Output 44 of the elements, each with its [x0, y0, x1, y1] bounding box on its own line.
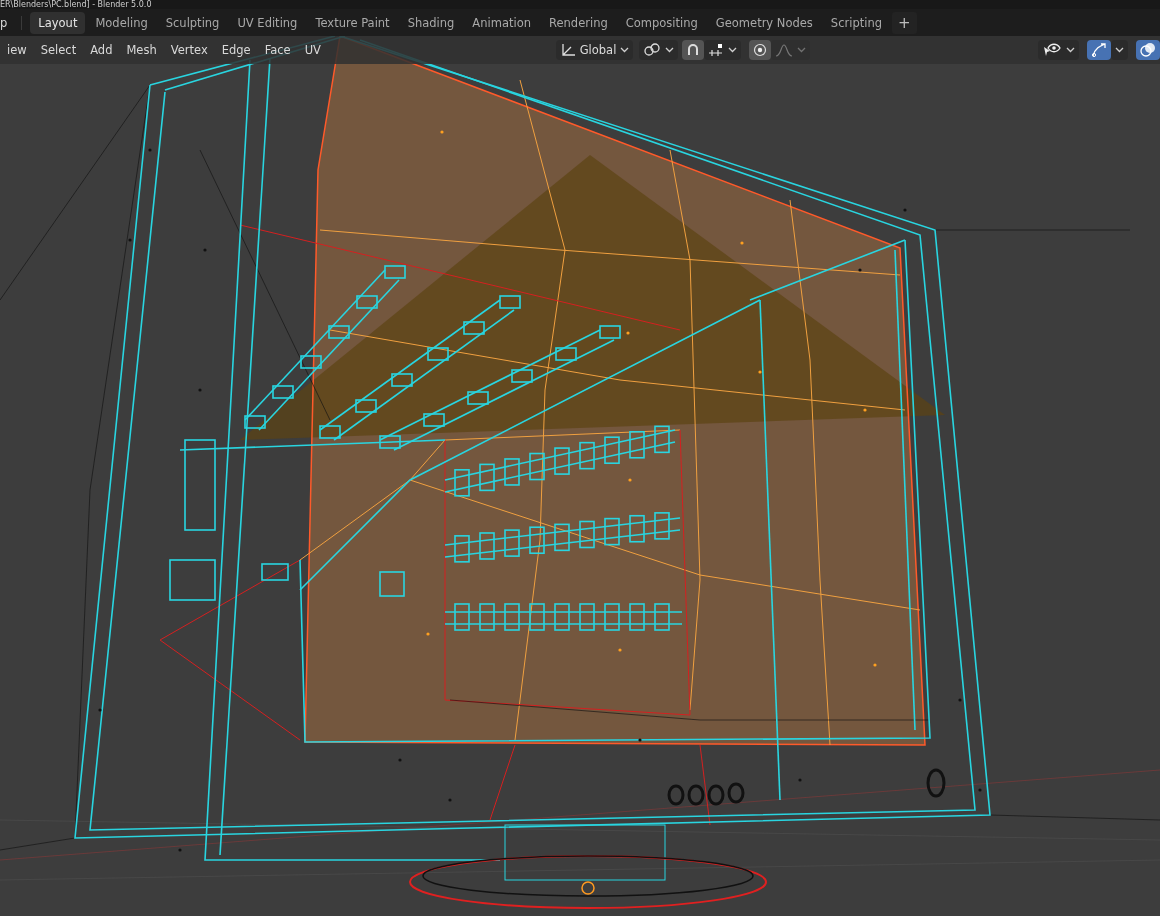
workspace-tab[interactable]: Compositing	[617, 11, 706, 34]
header-menu[interactable]: iew	[0, 40, 34, 60]
pivot-point-dropdown[interactable]	[639, 40, 679, 60]
workspace-tab[interactable]: Texture Paint	[307, 11, 398, 34]
workspace-tab[interactable]: Modeling	[87, 11, 156, 34]
chevron-down-icon	[1115, 47, 1124, 53]
header-menu[interactable]: Add	[83, 40, 120, 60]
help-menu[interactable]: p	[0, 15, 23, 30]
workspace-tab[interactable]: Layout	[30, 11, 86, 34]
transform-orientation-dropdown[interactable]: Global	[555, 40, 634, 60]
workspace-tab[interactable]: Geometry Nodes	[707, 11, 821, 34]
header-menu[interactable]: Face	[257, 40, 298, 60]
workspace-tab[interactable]: Shading	[399, 11, 463, 34]
snap-target-dropdown[interactable]	[704, 40, 742, 60]
gizmo-dropdown[interactable]	[1111, 40, 1128, 60]
chevron-down-icon	[728, 47, 738, 53]
header-menu[interactable]: Mesh	[119, 40, 164, 60]
overlays-toggle[interactable]	[1136, 40, 1160, 60]
target-circle-icon	[753, 43, 768, 57]
selectability-dropdown[interactable]	[1038, 40, 1079, 60]
header-menu[interactable]: Vertex	[163, 40, 215, 60]
header-menu[interactable]: Select	[33, 40, 84, 60]
header-menu[interactable]: UV	[297, 40, 328, 60]
header-menu[interactable]: Edge	[214, 40, 258, 60]
chevron-down-icon	[665, 47, 675, 53]
workspace-tab[interactable]: Scripting	[822, 11, 890, 34]
magnet-icon	[686, 43, 701, 57]
snap-toggle[interactable]	[682, 40, 705, 60]
gizmo-toggle[interactable]	[1087, 40, 1111, 60]
workspace-tab[interactable]: Rendering	[541, 11, 616, 34]
chevron-down-icon	[620, 47, 630, 53]
workspace-tab[interactable]: Sculpting	[157, 11, 228, 34]
workspace-tab[interactable]: UV Editing	[229, 11, 306, 34]
window-title: ER\Blenders\PC.blend] - Blender 5.0.0	[0, 0, 152, 9]
gizmo-icon	[1091, 42, 1107, 58]
axes-icon	[559, 43, 576, 57]
overlapping-circles-icon	[1140, 42, 1156, 58]
falloff-curve-icon	[775, 43, 794, 57]
chevron-down-icon	[1066, 47, 1075, 53]
workspace-tab[interactable]: Animation	[464, 11, 539, 34]
add-workspace-button[interactable]: +	[892, 11, 917, 34]
chevron-down-icon	[797, 47, 807, 53]
proportional-editing-toggle[interactable]	[749, 40, 772, 60]
snap-target-icon	[708, 43, 725, 57]
